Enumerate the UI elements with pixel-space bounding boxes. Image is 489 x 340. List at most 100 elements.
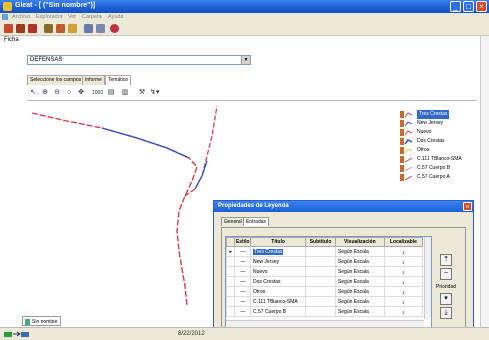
col-localizable[interactable]: Localizable	[383, 237, 424, 247]
localizable-icon[interactable]: ⍛	[383, 256, 424, 267]
legend-item[interactable]: Tres Crestas	[396, 110, 468, 119]
tab-seleccione-campos[interactable]: Seleccione los campos	[27, 75, 85, 85]
pointer-icon[interactable]: ↖	[29, 89, 37, 97]
line-style-icon[interactable]: ⁓	[234, 296, 251, 307]
localizable-icon[interactable]: ⍛	[383, 286, 424, 297]
zoom-out-icon[interactable]: ⊖	[53, 89, 61, 97]
dialog-tab-general[interactable]: General	[221, 217, 245, 226]
legend-icon[interactable]: ▥	[121, 89, 129, 97]
menu-ayuda[interactable]: Ayuda	[108, 14, 124, 20]
grid-horizontal-scrollbar[interactable]	[226, 320, 424, 327]
pan-icon[interactable]: ✥	[77, 89, 85, 97]
menu-explorador[interactable]: Explorador	[36, 14, 63, 20]
line-style-icon[interactable]: ⁓	[234, 286, 251, 297]
legend-item[interactable]: C.111 TBlanco-SMA	[396, 155, 468, 164]
cell-titulo[interactable]: C.111 TBlanco-SMA	[249, 296, 307, 307]
col-estilo[interactable]: Estilo	[234, 237, 251, 247]
cell-visualizacion[interactable]: Según Escala	[334, 276, 385, 287]
tab-tematico[interactable]: Temático	[105, 75, 132, 85]
move-down-button[interactable]: ▾	[440, 293, 452, 305]
legend-item[interactable]: Dos Crestas	[396, 137, 468, 146]
maximize-button[interactable]: □	[463, 1, 474, 12]
cell-titulo[interactable]: Tres Crestas	[249, 246, 307, 257]
col-subtitulo[interactable]: Subtítulo	[305, 237, 336, 247]
dialog-close-button[interactable]: ×	[463, 202, 472, 211]
legend-item[interactable]: Otros	[396, 146, 468, 155]
open-icon[interactable]	[4, 24, 13, 33]
tab-informe[interactable]: Informe	[82, 75, 105, 85]
zoom-in-icon[interactable]: ⊕	[41, 89, 49, 97]
table-row[interactable]: ⁓ Nuevo Según Escala ⍛	[226, 266, 424, 277]
zoom-extent-icon[interactable]: ○	[65, 89, 73, 97]
table-row[interactable]: ⁓ C.57 Cuerpo B Según Escala ⍛	[226, 306, 424, 317]
line-style-icon[interactable]: ⁓	[234, 306, 251, 317]
grid-icon[interactable]	[84, 24, 93, 33]
options-icon[interactable]: ↯▾	[150, 89, 159, 97]
grid-vertical-scrollbar[interactable]	[424, 237, 431, 319]
table-row[interactable]: ⁓ New Jersey Según Escala ⍛	[226, 256, 424, 267]
entries-grid[interactable]: Estilo Título Subtítulo Visualización Lo…	[225, 236, 432, 328]
paste-icon[interactable]	[68, 24, 77, 33]
legend-item[interactable]: C.57 Cuerpo B	[396, 164, 468, 173]
move-top-button[interactable]: ⤒	[440, 254, 452, 266]
localizable-icon[interactable]: ⍛	[383, 306, 424, 317]
menu-archivo[interactable]: Archivo	[12, 14, 30, 20]
dialog-tab-entradas[interactable]: Entradas	[243, 217, 270, 226]
cell-visualizacion[interactable]: Según Escala	[334, 286, 385, 297]
scale-icon[interactable]: 1000	[92, 89, 103, 97]
table-row[interactable]: ⁓ Otros Según Escala ⍛	[226, 286, 424, 297]
line-style-icon[interactable]: ⁓	[234, 266, 251, 277]
legend-item[interactable]: C.57 Cuerpo A	[396, 173, 468, 182]
menu-ver[interactable]: Ver	[68, 14, 76, 20]
localizable-icon[interactable]: ⍛	[383, 276, 424, 287]
move-bottom-button[interactable]: ⤓	[440, 307, 452, 319]
cell-subtitulo[interactable]	[305, 266, 336, 277]
cell-subtitulo[interactable]	[305, 276, 336, 287]
cell-subtitulo[interactable]	[305, 306, 336, 317]
cell-visualizacion[interactable]: Según Escala	[334, 266, 385, 277]
cell-titulo[interactable]: New Jersey	[249, 256, 307, 267]
cell-visualizacion[interactable]: Según Escala	[334, 306, 385, 317]
ficha-select[interactable]: DEFENSAS ▼	[27, 55, 251, 65]
menu-carpeta[interactable]: Carpeta	[82, 14, 102, 20]
cell-titulo[interactable]: C.57 Cuerpo B	[249, 306, 307, 317]
localizable-icon[interactable]: ⍛	[383, 246, 424, 257]
cell-subtitulo[interactable]	[305, 256, 336, 267]
globe-icon[interactable]	[110, 24, 119, 33]
col-titulo[interactable]: Título	[249, 237, 307, 247]
cell-subtitulo[interactable]	[305, 296, 336, 307]
cell-subtitulo[interactable]	[305, 246, 336, 257]
cell-titulo[interactable]: Dos Crestas	[249, 276, 307, 287]
minimize-button[interactable]: _	[450, 1, 461, 12]
vertical-scrollbar[interactable]	[480, 36, 489, 327]
cell-visualizacion[interactable]: Según Escala	[334, 246, 385, 257]
table-row[interactable]: ⁓ C.111 TBlanco-SMA Según Escala ⍛	[226, 296, 424, 307]
copy-icon[interactable]	[56, 24, 65, 33]
cell-visualizacion[interactable]: Según Escala	[334, 296, 385, 307]
print-icon[interactable]	[28, 24, 37, 33]
cell-titulo[interactable]: Nuevo	[249, 266, 307, 277]
close-button[interactable]: ×	[476, 1, 487, 12]
map-legend[interactable]: Tres Crestas New Jersey Nuevo Dos Cresta…	[396, 108, 468, 192]
measure-icon[interactable]: ⚒	[138, 89, 146, 97]
col-visualizacion[interactable]: Visualización	[334, 237, 385, 247]
table-icon[interactable]	[96, 24, 105, 33]
cell-visualizacion[interactable]: Según Escala	[334, 256, 385, 267]
line-style-icon[interactable]: ⁓	[234, 276, 251, 287]
table-row[interactable]: ⁓ Dos Crestas Según Escala ⍛	[226, 276, 424, 287]
line-style-icon[interactable]: ⁓	[234, 246, 251, 257]
line-style-icon[interactable]: ⁓	[234, 256, 251, 267]
chevron-down-icon[interactable]: ▼	[241, 56, 250, 64]
cell-titulo[interactable]: Otros	[249, 286, 307, 297]
document-tab[interactable]: Sin nombre	[22, 316, 61, 326]
layers-icon[interactable]: ▤	[107, 89, 115, 97]
cell-subtitulo[interactable]	[305, 286, 336, 297]
cut-icon[interactable]	[44, 24, 53, 33]
localizable-icon[interactable]: ⍛	[383, 296, 424, 307]
legend-item[interactable]: Nuevo	[396, 128, 468, 137]
save-icon[interactable]	[16, 24, 25, 33]
move-up-button[interactable]: −	[440, 268, 452, 280]
table-row[interactable]: ▸ ⁓ Tres Crestas Según Escala ⍛	[226, 246, 424, 257]
localizable-icon[interactable]: ⍛	[383, 266, 424, 277]
legend-item[interactable]: New Jersey	[396, 119, 468, 128]
